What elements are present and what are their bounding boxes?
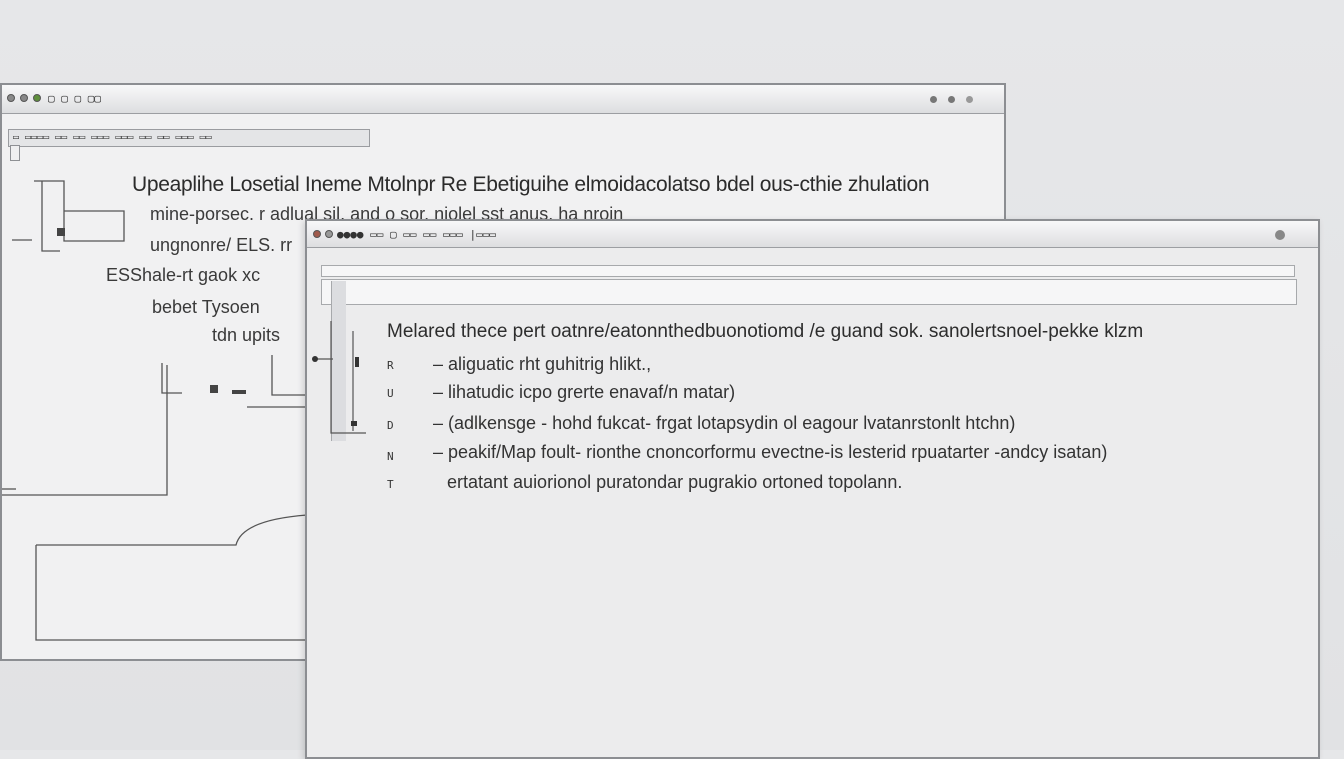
row-marker: D xyxy=(387,419,394,432)
window-control-icon[interactable] xyxy=(930,96,937,103)
row-text: – lihatudic icpo grerte enavaf/n matar) xyxy=(433,382,736,402)
row-text: – peakif/Map foult- rionthe cnoncorformu… xyxy=(433,442,1108,462)
window-control-icon[interactable] xyxy=(948,96,955,103)
row-marker: U xyxy=(387,387,394,400)
row-text: ertatant auiorionol puratondar pugrakio … xyxy=(447,472,903,492)
window-control-icon[interactable] xyxy=(966,96,973,103)
front-address-bar[interactable] xyxy=(321,279,1297,305)
row-marker: N xyxy=(387,450,394,463)
front-window-title: ●●●● ▭▭ ▢ ▭▭ ▭▭ ▭▭▭ |▭▭▭ xyxy=(337,228,496,241)
back-diagram-lines xyxy=(2,180,307,641)
close-button[interactable] xyxy=(313,230,321,238)
row-marker: T xyxy=(387,478,394,491)
window-control-icon[interactable] xyxy=(1275,230,1285,240)
minimize-button[interactable] xyxy=(325,230,333,238)
row-marker: R xyxy=(387,359,394,372)
row-text: – aliguatic rht guhitrig hlikt., xyxy=(433,354,652,374)
front-window-titlebar[interactable]: ●●●● ▭▭ ▢ ▭▭ ▭▭ ▭▭▭ |▭▭▭ xyxy=(307,221,1318,248)
front-heading: Melared thece pert oatnre/eatonnthedbuon… xyxy=(387,321,1144,342)
row-text: – (adlkensge - hohd fukcat- frgat lotaps… xyxy=(433,413,1016,433)
front-tab-strip[interactable] xyxy=(321,265,1295,277)
front-window: ●●●● ▭▭ ▢ ▭▭ ▭▭ ▭▭▭ |▭▭▭ Melared thece p… xyxy=(305,219,1320,759)
front-gutter-marks xyxy=(312,321,366,434)
